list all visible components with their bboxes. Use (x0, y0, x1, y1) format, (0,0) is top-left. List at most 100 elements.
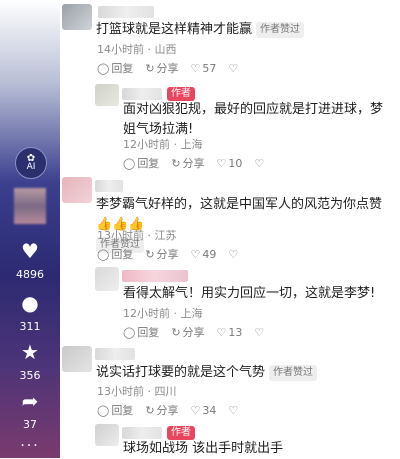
reply-button[interactable]: ◯ 回复 (97, 402, 133, 418)
share-comment-button[interactable]: ↻ 分享 (145, 60, 178, 76)
reply-icon: ◯ (123, 157, 136, 170)
creator-avatar-blurred[interactable] (14, 188, 46, 224)
comment-actions: ◯ 回复 ↻ 分享 ♡ 34 ♡ (97, 402, 240, 418)
dislike-icon: ♡ (254, 325, 265, 339)
like-count: 4896 (16, 268, 44, 281)
author-badge: 作者 (167, 426, 195, 440)
favorite-count: 356 (19, 369, 41, 382)
reply-button[interactable]: ◯ 回复 (97, 246, 133, 262)
like-count: 49 (202, 247, 217, 261)
dislike-icon: ♡ (254, 156, 265, 170)
dislike-icon: ♡ (228, 247, 239, 261)
ai-label: AI (26, 162, 36, 172)
share-button[interactable]: ➦ 37 (0, 390, 60, 431)
comment-actions: ◯ 回复 ↻ 分享 ♡ 10 ♡ (123, 155, 266, 171)
share-arrow-icon: ➦ (21, 389, 39, 413)
dislike-button[interactable]: ♡ (254, 157, 266, 170)
avatar[interactable] (95, 267, 119, 291)
share-icon: ↻ (145, 404, 155, 417)
like-count: 57 (202, 61, 217, 75)
heart-outline-icon: ♡ (216, 156, 227, 170)
reply-icon: ◯ (97, 62, 110, 75)
comment-meta: 13小时前 · 江苏 (97, 229, 177, 242)
like-comment-button[interactable]: ♡ 49 (191, 248, 217, 261)
heart-icon: ♥ (21, 239, 39, 263)
username-blurred[interactable] (122, 88, 162, 100)
username-blurred[interactable] (98, 6, 154, 18)
star-icon: ★ (21, 340, 39, 364)
avatar[interactable] (62, 177, 92, 203)
avatar[interactable] (95, 424, 119, 446)
dislike-icon: ♡ (228, 61, 239, 75)
comment-actions: ◯ 回复 ↻ 分享 ♡ 49 ♡ (97, 246, 240, 262)
avatar[interactable] (95, 84, 119, 106)
more-options-button[interactable]: ··· (0, 438, 60, 454)
reply-label: 回复 (111, 404, 134, 417)
like-comment-button[interactable]: ♡ 13 (217, 326, 243, 339)
share-icon: ↻ (145, 248, 155, 261)
heart-outline-icon: ♡ (216, 325, 227, 339)
comment-body: 说实话打球要的就是这个气势 (96, 365, 266, 380)
username-blurred[interactable] (95, 180, 123, 192)
like-count: 34 (202, 403, 217, 417)
heart-outline-icon: ♡ (190, 247, 201, 261)
comment-text: 面对凶狠犯规，最好的回应就是打进进球，梦姐气场拉满! (123, 102, 384, 137)
username-blurred[interactable] (122, 427, 162, 439)
share-count: 37 (23, 418, 37, 431)
dislike-button[interactable]: ♡ (228, 62, 240, 75)
share-icon: ↻ (171, 326, 181, 339)
liked-by-author-badge: 作者赞过 (256, 21, 305, 38)
share-label: 分享 (156, 62, 179, 75)
reply-icon: ◯ (123, 326, 136, 339)
liked-by-author-badge: 作者赞过 (269, 364, 318, 381)
author-badge: 作者 (167, 87, 195, 101)
comment-actions: ◯ 回复 ↻ 分享 ♡ 13 ♡ (123, 324, 266, 340)
avatar[interactable] (62, 346, 92, 372)
share-label: 分享 (182, 157, 205, 170)
reply-button[interactable]: ◯ 回复 (123, 155, 159, 171)
avatar[interactable] (62, 4, 92, 30)
username-blurred[interactable] (95, 348, 135, 360)
reply-label: 回复 (111, 62, 134, 75)
like-comment-button[interactable]: ♡ 34 (191, 404, 217, 417)
comment-button[interactable]: ● 311 (0, 292, 60, 333)
share-comment-button[interactable]: ↻ 分享 (171, 324, 204, 340)
video-action-rail: ✿ AI ♥ 4896 ● 311 ★ 356 ➦ 37 ··· (0, 0, 60, 458)
comment-actions: ◯ 回复 ↻ 分享 ♡ 57 ♡ (97, 60, 240, 76)
heart-outline-icon: ♡ (190, 61, 201, 75)
share-label: 分享 (156, 404, 179, 417)
share-label: 分享 (156, 248, 179, 261)
share-comment-button[interactable]: ↻ 分享 (171, 155, 204, 171)
reply-icon: ◯ (97, 404, 110, 417)
like-button[interactable]: ♥ 4896 (0, 240, 60, 281)
comment-bubble-icon: ● (21, 291, 39, 315)
comment-meta: 12小时前 · 上海 (123, 307, 203, 320)
reply-button[interactable]: ◯ 回复 (123, 324, 159, 340)
dislike-button[interactable]: ♡ (228, 404, 240, 417)
reply-icon: ◯ (97, 248, 110, 261)
like-comment-button[interactable]: ♡ 57 (191, 62, 217, 75)
like-count: 13 (228, 325, 243, 339)
share-comment-button[interactable]: ↻ 分享 (145, 246, 178, 262)
dislike-icon: ♡ (228, 403, 239, 417)
like-count: 10 (228, 156, 243, 170)
heart-outline-icon: ♡ (190, 403, 201, 417)
share-label: 分享 (182, 326, 205, 339)
comment-count: 311 (19, 320, 41, 333)
reply-button[interactable]: ◯ 回复 (97, 60, 133, 76)
username-blurred[interactable] (122, 270, 188, 282)
share-icon: ↻ (145, 62, 155, 75)
favorite-button[interactable]: ★ 356 (0, 341, 60, 382)
comment-body: 打篮球就是这样精神才能赢 (96, 22, 253, 37)
reply-label: 回复 (137, 157, 160, 170)
reply-label: 回复 (111, 248, 134, 261)
comment-text: 看得太解气！用实力回应一切，这就是李梦! (123, 286, 376, 301)
comment-text: 打篮球就是这样精神才能赢 作者赞过 (96, 20, 396, 40)
reply-label: 回复 (137, 326, 160, 339)
comment-text: 说实话打球要的就是这个气势 作者赞过 (96, 363, 396, 383)
share-comment-button[interactable]: ↻ 分享 (145, 402, 178, 418)
ai-assistant-button[interactable]: ✿ AI (15, 147, 47, 179)
dislike-button[interactable]: ♡ (228, 248, 240, 261)
like-comment-button[interactable]: ♡ 10 (217, 157, 243, 170)
dislike-button[interactable]: ♡ (254, 326, 266, 339)
